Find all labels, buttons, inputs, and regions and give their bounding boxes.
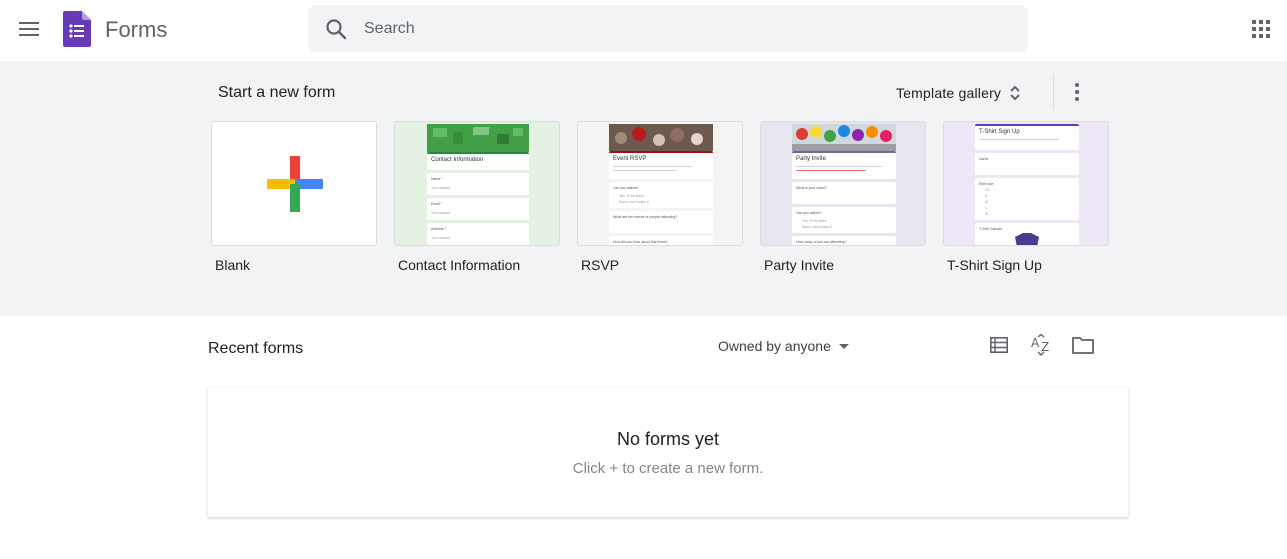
template-contact-information[interactable]: Contact Information Name * Your answer E… (394, 121, 560, 273)
svg-text:A: A (1031, 336, 1040, 350)
template-label: Party Invite (764, 257, 835, 273)
empty-state-title: No forms yet (616, 429, 720, 449)
divider (1053, 74, 1054, 110)
more-options-button[interactable] (1062, 77, 1092, 107)
template-label: Contact Information (398, 257, 521, 273)
owner-filter-label: Owned by anyone (718, 338, 831, 354)
template-label: T-Shirt Sign Up (947, 257, 1042, 273)
list-view-button[interactable] (986, 332, 1012, 358)
mini-field: Email * Your answer (427, 198, 529, 220)
template-label: RSVP (581, 257, 620, 273)
template-party-invite[interactable]: Party Invite What is your name? Can you … (760, 121, 926, 273)
list-view-icon (990, 337, 1008, 353)
mini-field: Can you attend? Yes, I'll be there Sorry… (792, 207, 896, 233)
empty-state-card: No forms yet Click + to create a new for… (208, 388, 1128, 517)
template-thumbnail[interactable]: Event RSVP Can you attend? Yes, I'll be … (577, 121, 743, 246)
sort-options-button[interactable]: A Z (1028, 332, 1054, 358)
template-thumbnail[interactable]: T-Shirt Sign Up Name Shirt size XS S M L… (943, 121, 1109, 246)
mini-field: Name (975, 153, 1079, 175)
more-vert-icon (1075, 83, 1079, 101)
mini-form-header: Contact Information (427, 152, 529, 170)
header-image (427, 124, 529, 152)
start-new-form-section: Start a new form Template gallery Blank (0, 61, 1287, 316)
folder-icon (1072, 337, 1094, 354)
forms-logo-icon[interactable] (63, 11, 91, 47)
template-thumbnail[interactable]: Contact Information Name * Your answer E… (394, 121, 560, 246)
arrow-drop-down-icon (838, 343, 849, 349)
mini-form-header: Event RSVP (609, 151, 713, 179)
recent-forms-title: Recent forms (208, 340, 304, 357)
mini-field: T-Shirt Sample (975, 223, 1079, 245)
mini-form-header: T-Shirt Sign Up (975, 124, 1079, 150)
template-rsvp[interactable]: Event RSVP Can you attend? Yes, I'll be … (577, 121, 743, 273)
template-thumbnail[interactable] (211, 121, 377, 246)
mini-field: Address * Your answer (427, 223, 529, 245)
hamburger-menu-icon (19, 22, 39, 36)
header-image (609, 124, 713, 151)
header-image (792, 124, 896, 151)
main-menu-button[interactable] (12, 12, 46, 46)
template-gallery-label: Template gallery (896, 85, 1002, 101)
template-tshirt-sign-up[interactable]: T-Shirt Sign Up Name Shirt size XS S M L… (943, 121, 1109, 273)
open-file-picker-button[interactable] (1070, 332, 1096, 358)
search-input[interactable] (364, 5, 1004, 52)
search-bar[interactable] (308, 5, 1028, 52)
app-title[interactable]: Forms (105, 17, 167, 43)
owner-filter-dropdown[interactable]: Owned by anyone (712, 333, 855, 359)
tshirt-icon (1015, 233, 1039, 245)
template-label: Blank (215, 257, 251, 273)
template-gallery-button[interactable]: Template gallery (890, 76, 1027, 110)
mini-field: Name * Your answer (427, 173, 529, 195)
section-title: Start a new form (218, 84, 336, 101)
unfold-more-icon (1010, 85, 1020, 101)
empty-state-subtitle: Click + to create a new form. (572, 460, 764, 477)
google-apps-button[interactable] (1244, 12, 1278, 46)
search-icon[interactable] (324, 17, 348, 41)
top-bar: Forms (0, 0, 1287, 60)
template-blank[interactable]: Blank (211, 121, 377, 273)
mini-field: Shirt size XS S M L XL (975, 178, 1079, 220)
apps-grid-icon (1252, 20, 1270, 38)
plus-icon (267, 156, 323, 212)
sort-az-icon: A Z (1031, 334, 1049, 356)
mini-field: How many of you are attending? (792, 236, 896, 245)
mini-form-header: Party Invite (792, 151, 896, 179)
mini-field: How did you hear about this event? (609, 236, 713, 245)
mini-field: What are the names of people attending? (609, 211, 713, 233)
svg-text:Z: Z (1041, 340, 1049, 354)
template-thumbnail[interactable]: Party Invite What is your name? Can you … (760, 121, 926, 246)
mini-field: What is your name? (792, 182, 896, 204)
mini-field: Can you attend? Yes, I'll be there Sorry… (609, 182, 713, 208)
